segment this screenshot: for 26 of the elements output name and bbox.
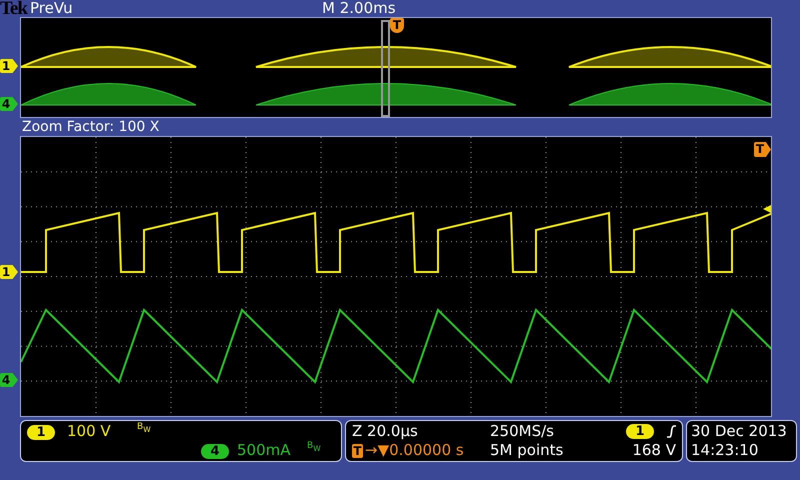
zoom-factor-label: Zoom Factor: 100 X <box>21 118 160 136</box>
channel-marker[interactable]: 1 <box>0 265 18 279</box>
bandwidth-label: B$_{W}$ <box>307 441 322 455</box>
time-readout: 14:23:10 <box>691 441 760 460</box>
trigger-badge: T <box>352 444 363 458</box>
zoom-scale-readout: Z 20.0µs <box>352 422 419 441</box>
trigger-level-readout: 168 V <box>631 441 676 460</box>
trigger-marker[interactable]: T <box>390 18 404 33</box>
channel-marker[interactable]: 4 <box>0 373 18 387</box>
channel-marker[interactable]: 1 <box>0 59 18 73</box>
channel-marker[interactable]: 4 <box>0 97 18 111</box>
channel-badge: 4 <box>201 444 229 459</box>
mode-label: PreVu <box>30 0 74 17</box>
trigger-delay-readout: →▼0.00000 s <box>365 441 464 460</box>
scale-readout: 100 V <box>67 422 112 441</box>
logo: Tek <box>0 0 28 17</box>
trigger-level-icon <box>763 205 771 213</box>
trigger-source-badge: 1 <box>626 424 654 439</box>
bandwidth-label: B$_{W}$ <box>137 422 152 436</box>
date-readout: 30 Dec 2013 <box>691 422 788 441</box>
rising-edge-icon <box>666 425 676 438</box>
scale-readout: 500mA <box>237 441 292 460</box>
channel-badge: 1 <box>27 425 55 440</box>
sample-rate-readout: 250MS/s <box>490 422 555 441</box>
record-length-readout: 5M points <box>490 441 564 460</box>
timebase-readout: M 2.00ms <box>322 0 396 17</box>
